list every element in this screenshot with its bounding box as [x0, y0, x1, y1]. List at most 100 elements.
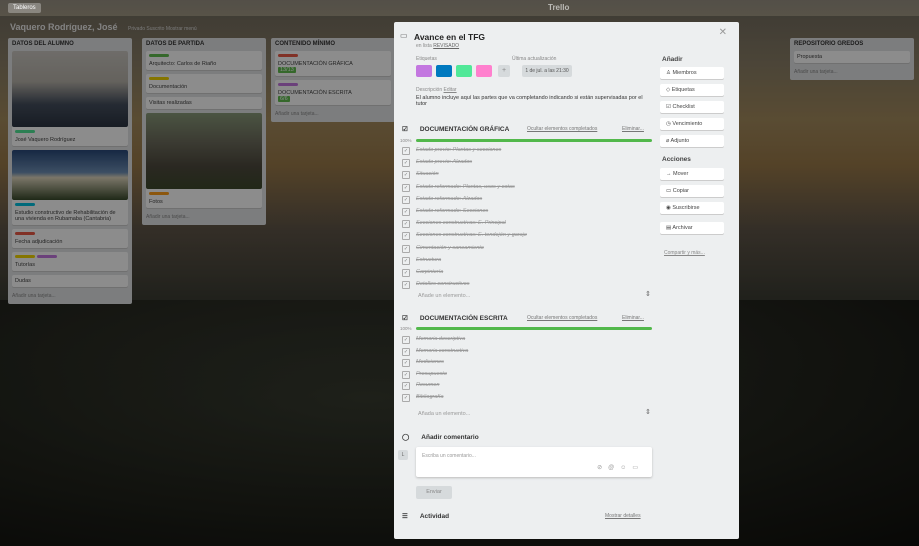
comment-tools: ⊘@☺▭ [597, 464, 644, 471]
checklist-item[interactable]: ✓ Estado reformado: Alzados [402, 195, 662, 206]
checklist-item[interactable]: ✓ Secciones constructivas: E. tendejón y … [402, 232, 662, 242]
checklist-item[interactable]: ✓ Situación [402, 171, 662, 181]
checkbox-checked-icon[interactable]: ✓ [402, 336, 410, 344]
checklist-item[interactable]: ✓ Memoria constructiva [402, 347, 662, 358]
checklist-item-text[interactable]: Memoria descriptiva [416, 336, 465, 342]
checklist-item-text[interactable]: Bibliografía [416, 394, 444, 400]
comment-input[interactable]: Escriba un comentario... ⊘@☺▭ [416, 447, 652, 477]
copy-button[interactable]: ▭ Copiar [660, 185, 724, 197]
last-update-date[interactable]: 1 de jul. a las 21:30 [522, 65, 572, 77]
subscribe-button[interactable]: ◉ Suscribirse [660, 202, 724, 214]
checklist-item-text[interactable]: Estado previo: Plantas y secciones [416, 147, 501, 153]
checklist-title[interactable]: DOCUMENTACIÓN GRÁFICA [420, 126, 509, 133]
boards-button[interactable]: Tableros [8, 3, 41, 13]
checkbox-checked-icon[interactable]: ✓ [402, 183, 410, 192]
checklist-item[interactable]: ✓ Estructura [402, 256, 662, 267]
button-label: Miembros [672, 70, 697, 76]
checklist-item-text[interactable]: Cimentación y saneamiento [416, 245, 484, 251]
mention-icon[interactable]: @ [608, 465, 620, 471]
list-link[interactable]: REVISADO [433, 43, 459, 49]
checkbox-checked-icon[interactable]: ✓ [402, 195, 410, 204]
checklist-item-text[interactable]: Presupuesto [416, 371, 447, 377]
checklist-button[interactable]: ☑ Checklist [660, 101, 724, 113]
checklist-item-text[interactable]: Situación [416, 171, 439, 177]
checklist-item-text[interactable]: Memoria constructiva [416, 348, 468, 354]
checklist-item[interactable]: ✓ Carpintería [402, 269, 662, 279]
checklist-item-text[interactable]: Secciones constructivas: E. Principal [416, 220, 506, 226]
checklist-item[interactable]: ✓ Estado previo: Plantas y secciones [402, 147, 662, 157]
label-blue[interactable] [436, 65, 452, 77]
checklist-item[interactable]: ✓ Estado reformado: Plantas, usos y cotas [402, 183, 662, 194]
checkbox-checked-icon[interactable]: ✓ [402, 370, 410, 379]
checkbox-checked-icon[interactable]: ✓ [402, 382, 410, 391]
label-pink[interactable] [476, 65, 492, 77]
checklist-item[interactable]: ✓ Estado reformado: Secciones [402, 208, 662, 218]
activity-header: ☰ Actividad [402, 512, 449, 520]
attachment-button[interactable]: ⌀ Adjunto [660, 135, 724, 147]
checklist-item-text[interactable]: Resumen [416, 382, 440, 388]
checklist-item-text[interactable]: Estado previo: Alzados [416, 159, 472, 165]
add-checklist-item[interactable]: Añade un elemento... [418, 293, 470, 299]
button-label: Mover [673, 171, 689, 177]
card-title[interactable]: Avance en el TFG [414, 32, 485, 42]
checkbox-checked-icon[interactable]: ✓ [402, 281, 410, 290]
checkbox-checked-icon[interactable]: ✓ [402, 394, 410, 402]
checklist-item-text[interactable]: Detalles constructivos [416, 281, 470, 287]
checkbox-checked-icon[interactable]: ✓ [402, 159, 410, 168]
delete-checklist-link[interactable]: Eliminar... [622, 315, 644, 321]
checklist-item-text[interactable]: Estado reformado: Secciones [416, 208, 488, 214]
checkbox-checked-icon[interactable]: ✓ [402, 244, 410, 253]
labels-button[interactable]: ◇ Etiquetas [660, 84, 724, 96]
members-button[interactable]: ♙ Miembros [660, 67, 724, 79]
checklist-item[interactable]: ✓ Detalles constructivos [402, 281, 662, 291]
checklist-item-text[interactable]: Estado reformado: Plantas, usos y cotas [416, 184, 515, 190]
checklist-item-text[interactable]: Estructura [416, 257, 441, 263]
checkbox-checked-icon[interactable]: ✓ [402, 269, 410, 277]
checklist-item[interactable]: ✓ Resumen [402, 382, 662, 392]
trello-logo[interactable]: Trello [548, 3, 569, 12]
description-heading: Descripción Editar [416, 87, 457, 93]
label-green[interactable] [456, 65, 472, 77]
add-label-button[interactable]: + [498, 65, 510, 77]
label-purple[interactable] [416, 65, 432, 77]
close-icon[interactable]: ✕ [719, 27, 727, 38]
delete-checklist-link[interactable]: Eliminar... [622, 126, 644, 132]
checklist-item[interactable]: ✓ Bibliografía [402, 394, 662, 404]
show-details-link[interactable]: Mostrar detalles [605, 513, 641, 519]
checklist-item[interactable]: ✓ Estado previo: Alzados [402, 159, 662, 169]
checkbox-checked-icon[interactable]: ✓ [402, 359, 410, 368]
move-button[interactable]: → Mover [660, 168, 724, 180]
checklist-item[interactable]: ✓ Secciones constructivas: E. Principal [402, 220, 662, 230]
card-icon: ▭ [400, 31, 408, 40]
checklist-item-text[interactable]: Carpintería [416, 269, 443, 275]
reorder-icon[interactable]: ⇕ [645, 290, 651, 298]
checklist-title[interactable]: DOCUMENTACIÓN ESCRITA [420, 315, 508, 322]
archive-button[interactable]: ▤ Archivar [660, 222, 724, 234]
reorder-icon[interactable]: ⇕ [645, 408, 651, 416]
attach-icon[interactable]: ⊘ [597, 465, 608, 471]
checkbox-checked-icon[interactable]: ✓ [402, 347, 410, 356]
checklist-item[interactable]: ✓ Memoria descriptiva [402, 336, 662, 346]
emoji-icon[interactable]: ☺ [620, 465, 632, 471]
checklist-item-text[interactable]: Estado reformado: Alzados [416, 196, 482, 202]
due-date-button[interactable]: ◷ Vencimiento [660, 118, 724, 130]
checklist-item[interactable]: ✓ Cimentación y saneamiento [402, 244, 662, 255]
avatar[interactable]: L [398, 450, 408, 460]
add-checklist-item[interactable]: Añada un elemento... [418, 411, 470, 417]
hide-completed-link[interactable]: Ocultar elementos completados [527, 126, 597, 132]
send-comment-button[interactable]: Enviar [416, 486, 452, 499]
hide-completed-link[interactable]: Ocultar elementos completados [527, 315, 597, 321]
checkbox-checked-icon[interactable]: ✓ [402, 147, 410, 155]
checklist-item[interactable]: ✓ Presupuesto [402, 370, 662, 381]
edit-description-link[interactable]: Editar [444, 87, 457, 93]
checkbox-checked-icon[interactable]: ✓ [402, 220, 410, 229]
checklist-item-text[interactable]: Mediciones [416, 359, 444, 365]
checkbox-checked-icon[interactable]: ✓ [402, 171, 410, 180]
checkbox-checked-icon[interactable]: ✓ [402, 256, 410, 265]
card-link-icon[interactable]: ▭ [632, 465, 644, 471]
checkbox-checked-icon[interactable]: ✓ [402, 232, 410, 241]
checkbox-checked-icon[interactable]: ✓ [402, 208, 410, 216]
checklist-item[interactable]: ✓ Mediciones [402, 359, 662, 369]
checklist-item-text[interactable]: Secciones constructivas: E. tendejón y g… [416, 232, 527, 238]
share-more-link[interactable]: Compartir y más... [664, 250, 705, 256]
